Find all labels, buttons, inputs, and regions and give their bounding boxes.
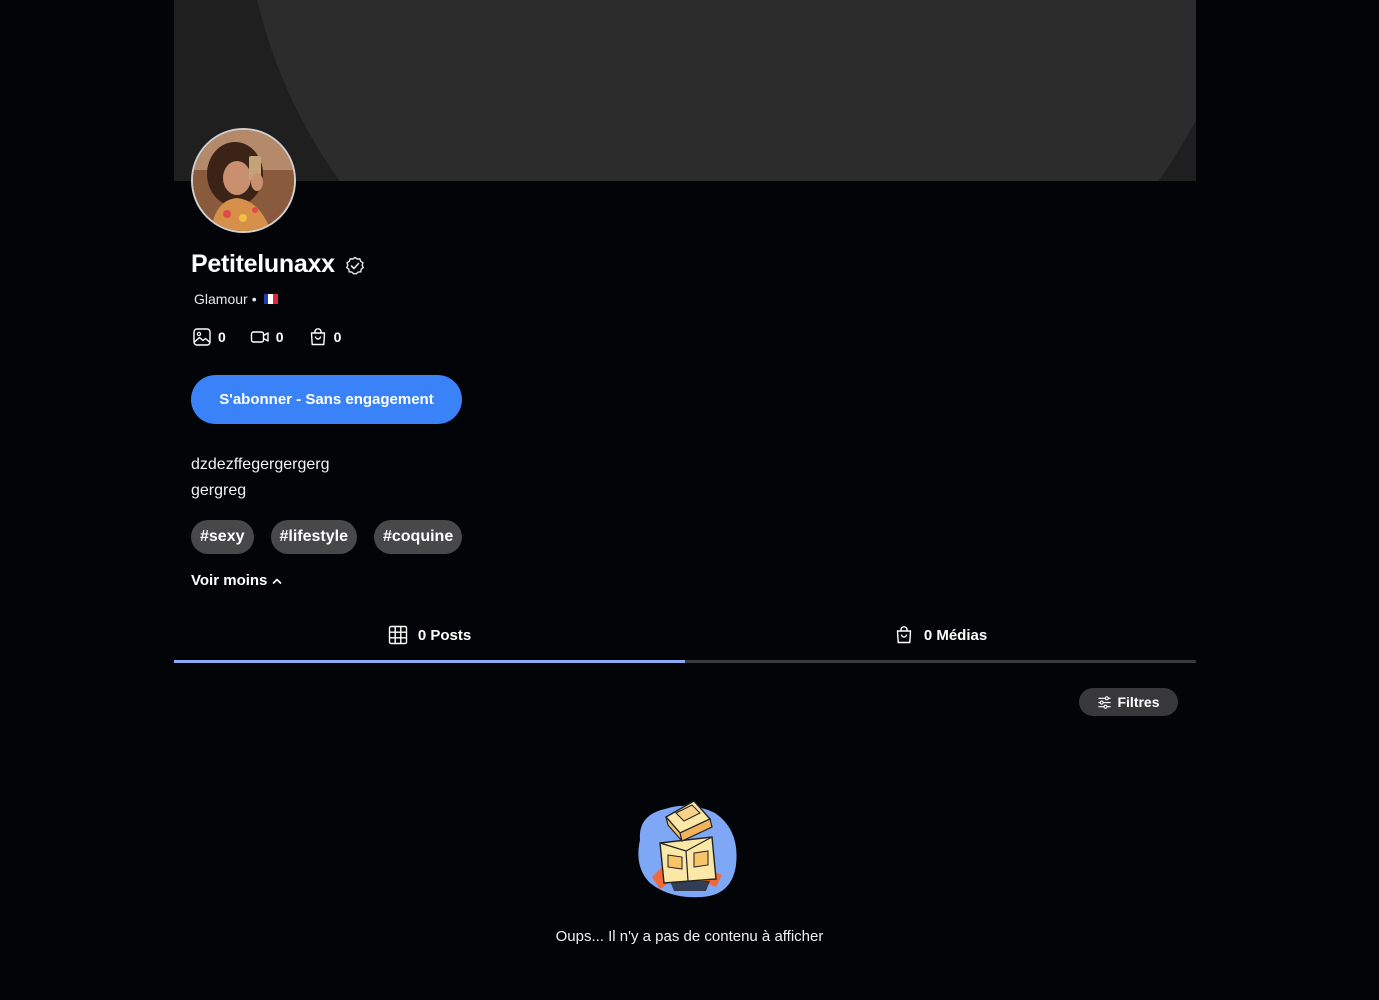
- profile-category: Glamour: [194, 291, 248, 307]
- stat-photos-count: 0: [218, 329, 226, 345]
- grid-icon: [388, 625, 408, 645]
- profile-bio: dzdezffegergergerg gergreg: [191, 452, 329, 504]
- tab-medias[interactable]: 0 Médias: [685, 610, 1196, 663]
- shopping-bag-icon: [896, 626, 912, 644]
- voir-moins-toggle[interactable]: Voir moins: [191, 572, 283, 589]
- image-icon: [193, 328, 211, 346]
- france-flag-icon: [263, 294, 278, 304]
- profile-meta: Glamour •: [194, 291, 278, 307]
- empty-boxes-illustration: [638, 800, 737, 898]
- sliders-icon: [1098, 695, 1112, 709]
- hashtag-list: #sexy #lifestyle #coquine: [191, 520, 463, 554]
- stat-photos: 0: [192, 327, 226, 347]
- hashtag-sexy[interactable]: #sexy: [191, 520, 254, 554]
- empty-state-message: Oups... Il n'y a pas de contenu à affich…: [555, 928, 824, 945]
- subscribe-button[interactable]: S'abonner - Sans engagement: [191, 375, 462, 424]
- stat-videos: 0: [250, 327, 284, 347]
- filters-label: Filtres: [1117, 694, 1160, 710]
- bio-line: gergreg: [191, 482, 247, 499]
- banner-decoration: [244, 0, 1196, 181]
- hashtag-coquine[interactable]: #coquine: [373, 520, 463, 554]
- bio-line: dzdezffegergergerg: [191, 456, 330, 473]
- meta-separator: •: [251, 291, 257, 307]
- video-icon: [250, 331, 269, 343]
- content-tabs: 0 Posts 0 Médias: [174, 610, 1196, 663]
- tab-posts-label: 0 Posts: [417, 626, 472, 644]
- stat-shop: 0: [308, 327, 342, 347]
- stat-shop-count: 0: [333, 329, 342, 345]
- profile-banner: [174, 0, 1196, 181]
- stat-videos-count: 0: [275, 329, 284, 345]
- profile-name-row: Petitelunaxx: [191, 250, 365, 279]
- tab-posts[interactable]: 0 Posts: [174, 610, 685, 663]
- hashtag-lifestyle[interactable]: #lifestyle: [270, 520, 357, 554]
- shopping-bag-icon: [310, 328, 325, 346]
- verified-badge-icon: [345, 256, 364, 275]
- voir-moins-label: Voir moins: [191, 572, 268, 589]
- profile-name: Petitelunaxx: [191, 250, 335, 278]
- avatar[interactable]: [191, 128, 296, 233]
- avatar-image: [193, 130, 294, 231]
- chevron-up-icon: [273, 578, 282, 584]
- filters-button[interactable]: Filtres: [1079, 688, 1178, 716]
- tab-medias-label: 0 Médias: [923, 626, 988, 644]
- profile-page: Petitelunaxx Glamour • 0 0 0 S'abonner -…: [0, 0, 1379, 1000]
- flag-stripe: [272, 294, 278, 304]
- profile-stats: 0 0 0: [192, 327, 365, 347]
